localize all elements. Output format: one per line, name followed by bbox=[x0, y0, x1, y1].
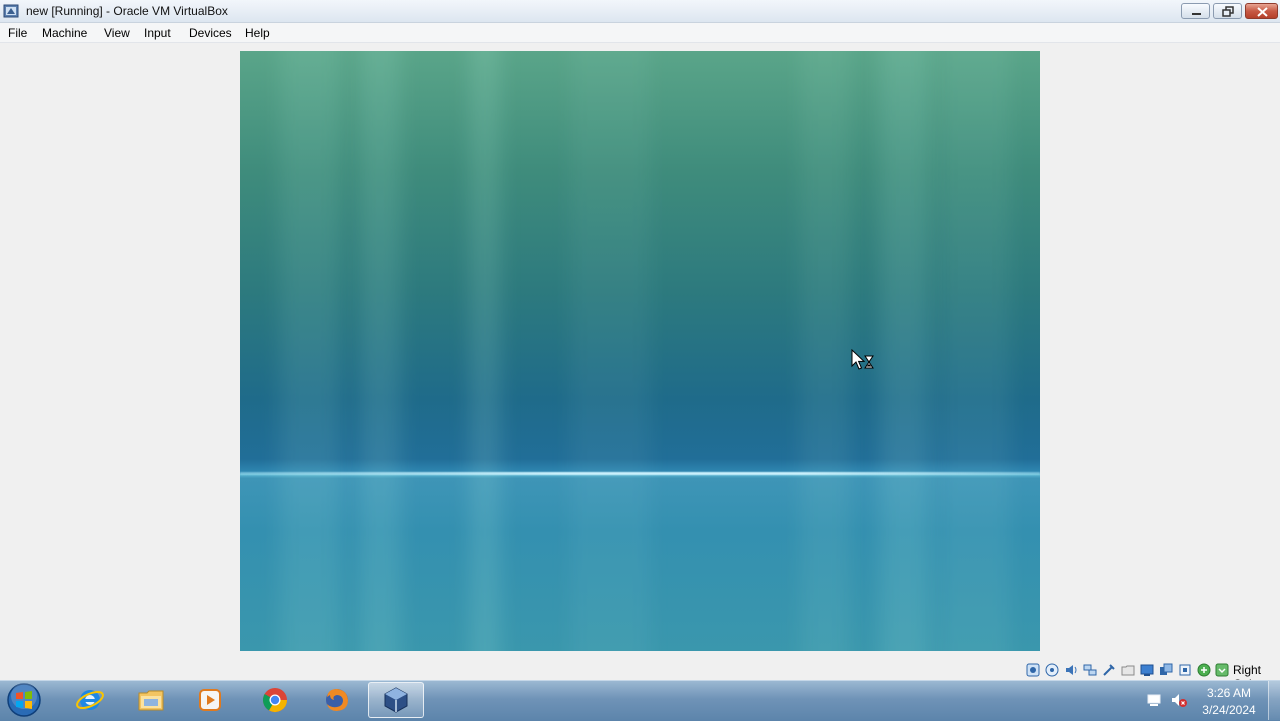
taskbar-firefox[interactable] bbox=[309, 682, 365, 718]
clock-date[interactable]: 3/24/2024 bbox=[1194, 703, 1264, 717]
close-icon bbox=[1257, 7, 1268, 17]
optical-drive-icon[interactable] bbox=[1045, 663, 1059, 677]
menu-bar: File Machine View Input Devices Help bbox=[0, 23, 1280, 43]
wallpaper-horizon-line bbox=[240, 472, 1040, 475]
taskbar-google-chrome[interactable] bbox=[247, 682, 303, 718]
restore-button[interactable] bbox=[1213, 3, 1242, 19]
wallpaper-light-ray bbox=[280, 51, 340, 651]
audio-icon[interactable] bbox=[1064, 663, 1078, 677]
media-player-icon bbox=[199, 689, 221, 711]
menu-file[interactable]: File bbox=[8, 26, 27, 40]
menu-input[interactable]: Input bbox=[144, 26, 171, 40]
menu-devices[interactable]: Devices bbox=[189, 26, 232, 40]
action-center-icon[interactable] bbox=[1146, 692, 1162, 708]
hard-disk-icon[interactable] bbox=[1026, 663, 1040, 677]
show-desktop-button[interactable] bbox=[1268, 681, 1280, 720]
network-icon[interactable] bbox=[1083, 663, 1097, 677]
keyboard-capture-icon[interactable] bbox=[1215, 663, 1229, 677]
wallpaper-light-ray bbox=[570, 51, 650, 651]
virtualbox-icon bbox=[384, 687, 408, 713]
virtualization-icon[interactable] bbox=[1178, 663, 1192, 677]
close-button[interactable] bbox=[1245, 3, 1278, 19]
firefox-icon bbox=[326, 689, 348, 711]
volume-muted-icon[interactable] bbox=[1171, 692, 1187, 708]
restore-icon bbox=[1222, 6, 1234, 17]
taskbar-media-player[interactable] bbox=[182, 682, 238, 718]
menu-help[interactable]: Help bbox=[245, 26, 270, 40]
mouse-integration-icon[interactable] bbox=[1197, 663, 1211, 677]
minimize-button[interactable] bbox=[1181, 3, 1210, 19]
wallpaper-light-ray bbox=[800, 51, 850, 651]
usb-icon[interactable] bbox=[1102, 663, 1116, 677]
menu-machine[interactable]: Machine bbox=[42, 26, 87, 40]
taskbar-windows-explorer[interactable] bbox=[123, 682, 179, 718]
folder-icon bbox=[138, 690, 164, 711]
minimize-icon bbox=[1192, 13, 1201, 15]
vm-status-bar: Right Ctrl bbox=[0, 660, 1280, 691]
taskbar-virtualbox[interactable] bbox=[368, 682, 424, 718]
clock-time[interactable]: 3:26 AM bbox=[1194, 686, 1264, 700]
menu-view[interactable]: View bbox=[104, 26, 130, 40]
taskbar-internet-explorer[interactable] bbox=[62, 682, 118, 718]
internet-explorer-icon bbox=[76, 690, 104, 710]
wallpaper-light-ray bbox=[940, 51, 1010, 651]
wallpaper-light-ray bbox=[880, 51, 930, 651]
display-icon[interactable] bbox=[1140, 663, 1154, 677]
wallpaper-light-ray bbox=[470, 51, 500, 651]
window-title-bar[interactable]: new [Running] - Oracle VM VirtualBox bbox=[0, 0, 1280, 23]
shared-folders-icon[interactable] bbox=[1121, 663, 1135, 677]
busy-cursor-icon bbox=[851, 349, 874, 370]
recording-icon[interactable] bbox=[1159, 663, 1173, 677]
wallpaper-light-ray bbox=[360, 51, 400, 651]
chrome-icon bbox=[262, 688, 287, 713]
vm-guest-display[interactable] bbox=[240, 51, 1040, 651]
start-button[interactable] bbox=[6, 682, 42, 718]
virtualbox-app-icon[interactable] bbox=[3, 3, 19, 19]
window-title: new [Running] - Oracle VM VirtualBox bbox=[26, 4, 228, 18]
